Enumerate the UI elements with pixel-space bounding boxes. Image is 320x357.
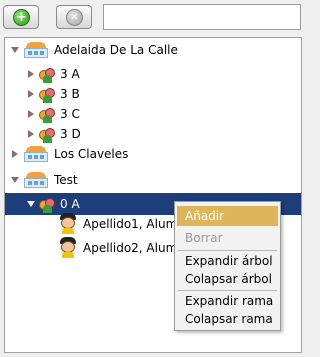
group-icon bbox=[39, 67, 55, 83]
group-label: 3 A bbox=[60, 67, 80, 81]
menu-item-delete: Borrar bbox=[185, 231, 223, 245]
search-input[interactable] bbox=[103, 4, 301, 30]
group-label: 3 B bbox=[60, 87, 80, 101]
tree-node-school[interactable]: Los Claveles bbox=[5, 143, 301, 165]
menu-item-expand-tree[interactable]: Expandir árbol bbox=[177, 251, 278, 271]
add-button[interactable]: + bbox=[3, 5, 39, 29]
menu-item-expand-branch[interactable]: Expandir rama bbox=[177, 291, 278, 311]
tree-node-group[interactable]: 3 B bbox=[5, 83, 301, 105]
expand-arrow-icon[interactable] bbox=[11, 47, 19, 53]
group-icon bbox=[39, 87, 55, 103]
context-menu: Añadir Borrar Expandir árbol Colapsar ár… bbox=[174, 201, 281, 331]
school-icon bbox=[24, 172, 48, 188]
x-circle-icon: ✕ bbox=[66, 9, 83, 26]
plus-circle-icon: + bbox=[13, 9, 30, 26]
expand-arrow-icon[interactable] bbox=[27, 201, 35, 207]
expand-arrow-icon[interactable] bbox=[28, 90, 34, 98]
expand-arrow-icon[interactable] bbox=[11, 177, 19, 183]
expand-arrow-icon[interactable] bbox=[28, 130, 34, 138]
menu-item-collapse-branch[interactable]: Colapsar rama bbox=[177, 309, 278, 329]
student-icon bbox=[58, 213, 78, 235]
expand-arrow-icon[interactable] bbox=[28, 70, 34, 78]
tree-node-group[interactable]: 3 D bbox=[5, 123, 301, 145]
tree-node-school[interactable]: Adelaida De La Calle bbox=[5, 39, 301, 61]
menu-item-collapse-tree[interactable]: Colapsar árbol bbox=[177, 269, 278, 289]
student-icon bbox=[58, 237, 78, 259]
school-label: Adelaida De La Calle bbox=[54, 43, 178, 57]
expand-arrow-icon[interactable] bbox=[12, 150, 18, 158]
delete-button[interactable]: ✕ bbox=[56, 5, 92, 29]
group-icon bbox=[39, 107, 55, 123]
tree-node-group[interactable]: 3 C bbox=[5, 103, 301, 125]
school-label: Los Claveles bbox=[54, 147, 129, 161]
group-icon bbox=[39, 197, 55, 213]
menu-item-add[interactable]: Añadir bbox=[177, 206, 278, 226]
school-icon bbox=[24, 42, 48, 58]
expand-arrow-icon[interactable] bbox=[28, 110, 34, 118]
group-label: 3 C bbox=[60, 107, 80, 121]
group-icon bbox=[39, 127, 55, 143]
tree-node-school[interactable]: Test bbox=[5, 169, 301, 191]
tree-node-group[interactable]: 3 A bbox=[5, 63, 301, 85]
toolbar: + ✕ bbox=[0, 0, 305, 36]
group-label: 3 D bbox=[60, 127, 81, 141]
school-icon bbox=[24, 146, 48, 162]
school-label: Test bbox=[54, 173, 78, 187]
